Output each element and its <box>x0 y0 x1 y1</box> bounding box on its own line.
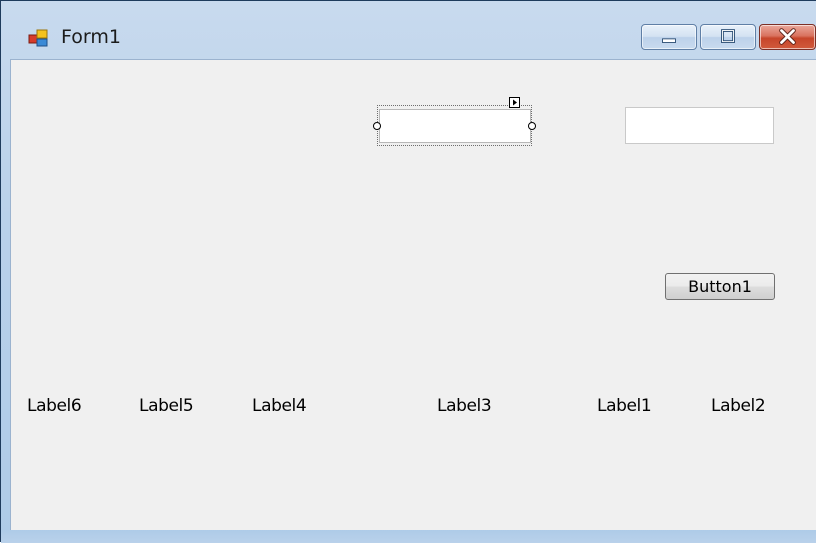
label2: Label2 <box>711 396 766 416</box>
smart-tag-button[interactable] <box>509 97 520 108</box>
close-button[interactable] <box>759 24 816 50</box>
label3: Label3 <box>437 396 492 416</box>
window-title: Form1 <box>61 26 121 48</box>
button1[interactable]: Button1 <box>665 273 775 300</box>
close-icon <box>779 28 796 45</box>
form-window: Form1 Button1 Label6 Label5 Label4 Label… <box>0 0 816 543</box>
smart-tag-arrow-icon <box>513 99 517 106</box>
title-bar[interactable]: Form1 <box>1 1 816 59</box>
textbox-selected[interactable] <box>379 109 531 143</box>
maximize-icon <box>721 29 735 43</box>
label5: Label5 <box>139 396 194 416</box>
label1: Label1 <box>597 396 652 416</box>
minimize-icon <box>662 38 676 43</box>
resize-handle-left[interactable] <box>373 122 381 130</box>
minimize-button[interactable] <box>641 24 697 50</box>
label6: Label6 <box>27 396 82 416</box>
window-bottom-border <box>1 530 816 543</box>
form-icon <box>28 29 48 47</box>
label4: Label4 <box>252 396 307 416</box>
maximize-button[interactable] <box>700 24 756 50</box>
resize-handle-right[interactable] <box>528 122 536 130</box>
textbox-right[interactable] <box>625 107 774 144</box>
